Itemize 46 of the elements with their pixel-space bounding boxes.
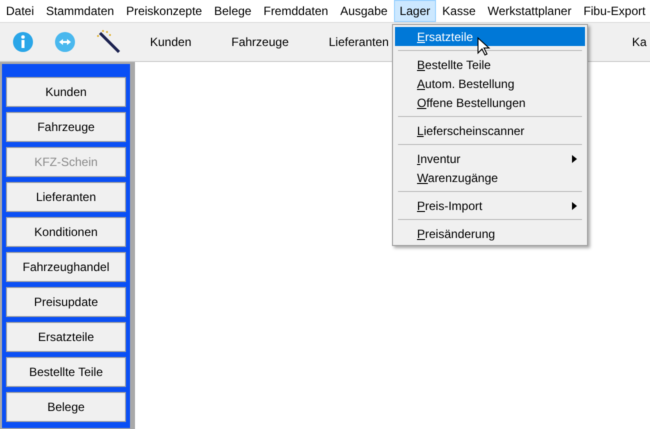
dropdown-item[interactable]: Lieferscheinscanner bbox=[395, 121, 585, 140]
menu-item[interactable]: Ausgabe bbox=[334, 0, 394, 22]
item-label: Offene Bestellungen bbox=[417, 96, 526, 110]
sidebar-button[interactable]: Konditionen bbox=[6, 217, 126, 247]
menu-item[interactable]: Werkstattplaner bbox=[482, 0, 578, 22]
menu-item[interactable]: Fremddaten bbox=[257, 0, 334, 22]
sidebar-button[interactable]: Fahrzeughandel bbox=[6, 252, 126, 282]
menu-item[interactable]: Fibu-Export bbox=[577, 0, 650, 22]
dropdown-item[interactable]: Inventur bbox=[395, 149, 585, 168]
dropdown-item[interactable]: Warenzugänge bbox=[395, 168, 585, 187]
submenu-arrow-icon bbox=[572, 154, 577, 162]
dropdown-item[interactable]: Autom. Bestellung bbox=[395, 74, 585, 93]
menu-item[interactable]: Stammdaten bbox=[40, 0, 120, 22]
sidebar-button[interactable]: Bestellte Teile bbox=[6, 357, 126, 387]
item-label: Bestellte Teile bbox=[417, 58, 491, 72]
dropdown-item[interactable]: Ersatzteile bbox=[395, 27, 585, 46]
sidebar-button[interactable]: Fahrzeuge bbox=[6, 112, 126, 142]
dropdown-item[interactable]: Preis-Import bbox=[395, 196, 585, 215]
item-label: Preisänderung bbox=[417, 226, 496, 240]
menu-item[interactable]: Datei bbox=[0, 0, 40, 22]
menu-item[interactable]: Preiskonzepte bbox=[120, 0, 208, 22]
toolbar-button[interactable]: Fahrzeuge bbox=[231, 35, 289, 49]
item-label: Preis-Import bbox=[417, 198, 482, 212]
toolbar-button[interactable]: Kunden bbox=[150, 35, 192, 49]
submenu-arrow-icon bbox=[572, 202, 577, 210]
magic-wand-icon[interactable] bbox=[96, 29, 122, 55]
item-label: Ersatzteile bbox=[417, 30, 474, 44]
sidebar-button[interactable]: Belege bbox=[6, 392, 126, 422]
toolbar-button[interactable]: Lieferanten bbox=[328, 35, 389, 49]
dropdown-item[interactable]: Bestellte Teile bbox=[395, 55, 585, 74]
sidebar-button[interactable]: Preisupdate bbox=[6, 287, 126, 317]
info-icon[interactable] bbox=[12, 31, 34, 53]
item-label: Inventur bbox=[417, 152, 460, 166]
sidebar-button[interactable]: Kunden bbox=[6, 77, 126, 107]
menu-item[interactable]: Lager bbox=[394, 0, 436, 22]
toolbar-button[interactable]: Ka bbox=[632, 35, 650, 49]
item-label: Lieferscheinscanner bbox=[417, 124, 524, 138]
menu-item[interactable]: Kasse bbox=[436, 0, 482, 22]
dropdown-item[interactable]: Preisänderung bbox=[395, 224, 585, 243]
item-label: Warenzugänge bbox=[417, 170, 498, 184]
item-label: Autom. Bestellung bbox=[417, 76, 514, 90]
menu-item[interactable]: Belege bbox=[208, 0, 258, 22]
dropdown-item[interactable]: Offene Bestellungen bbox=[395, 93, 585, 112]
sidebar-button[interactable]: Ersatzteile bbox=[6, 322, 126, 352]
sidebar-button[interactable]: Lieferanten bbox=[6, 182, 126, 212]
mouse-cursor-icon bbox=[477, 37, 491, 57]
